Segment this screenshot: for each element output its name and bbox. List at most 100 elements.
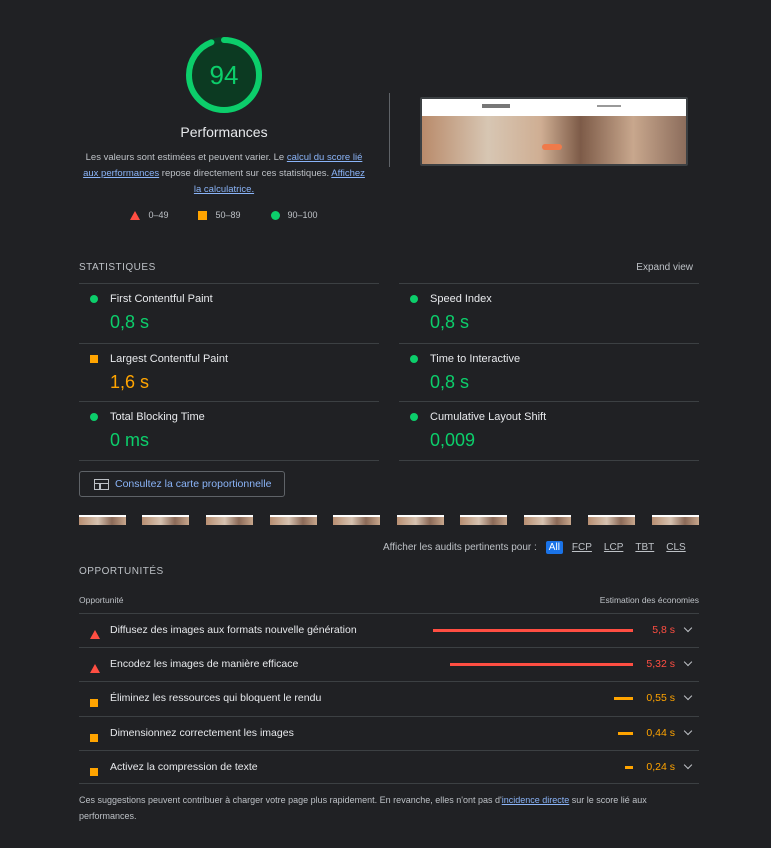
score-value: 94 <box>209 60 239 90</box>
savings-bar <box>614 697 633 700</box>
chevron-down-icon[interactable] <box>683 726 693 736</box>
metric-name: Total Blocking Time <box>110 411 205 423</box>
metrics-label: STATISTIQUES <box>79 262 156 273</box>
metric-value: 0,8 s <box>110 312 150 332</box>
metric-lcp: Largest Contentful Paint 1,6 s <box>79 343 379 403</box>
filmstrip <box>79 515 699 525</box>
opportunity-title: Encodez les images de manière efficace <box>110 658 299 670</box>
screenshot-hero-image <box>422 116 686 164</box>
opportunity-title: Diffusez des images aux formats nouvelle… <box>110 624 357 636</box>
metric-name: Largest Contentful Paint <box>110 353 229 365</box>
savings-bar <box>450 663 633 666</box>
gauge-title: Performances <box>180 124 268 140</box>
performance-gauge-section: 94 Performances Les valeurs sont estimée… <box>80 36 368 220</box>
average-square-icon <box>90 734 98 742</box>
average-square-icon <box>198 210 208 220</box>
desc-text: repose directement sur ces statistiques. <box>159 168 332 179</box>
legend-label: 0–49 <box>148 210 169 220</box>
opportunities-header: Opportunité Estimation des économies <box>79 595 699 605</box>
chevron-down-icon[interactable] <box>683 657 693 667</box>
fail-triangle-icon <box>90 630 100 639</box>
expand-view-toggle[interactable]: Expand view <box>636 262 693 273</box>
filter-label: Afficher les audits pertinents pour : <box>383 542 537 553</box>
audit-filter: Afficher les audits pertinents pour : Al… <box>383 541 689 554</box>
metric-tti: Time to Interactive 0,8 s <box>399 343 699 403</box>
screenshot-logo <box>482 104 510 108</box>
filmstrip-frame <box>333 515 380 525</box>
legend-label: 90–100 <box>287 210 318 220</box>
divider <box>389 93 390 167</box>
average-square-icon <box>90 699 98 707</box>
filmstrip-frame <box>652 515 699 525</box>
filter-chip-lcp[interactable]: LCP <box>601 541 626 554</box>
savings-bar <box>433 629 633 632</box>
filter-chip-all[interactable]: All <box>545 541 563 554</box>
average-square-icon <box>90 768 98 776</box>
metric-name: Time to Interactive <box>430 353 521 365</box>
pass-circle-icon <box>90 413 98 421</box>
legend-pass: 90–100 <box>270 210 318 220</box>
savings-value: 0,44 s <box>646 727 675 739</box>
direct-impact-link[interactable]: incidence directe <box>502 795 570 805</box>
filmstrip-frame <box>397 515 444 525</box>
footnote-text: Ces suggestions peuvent contribuer à cha… <box>79 795 502 805</box>
metric-cls: Cumulative Layout Shift 0,009 <box>399 401 699 461</box>
opportunity-title: Activez la compression de texte <box>110 761 258 773</box>
opportunity-title: Éliminez les ressources qui bloquent le … <box>110 692 322 704</box>
opportunity-row[interactable]: Activez la compression de texte 0,24 s <box>79 750 699 784</box>
filmstrip-frame <box>460 515 507 525</box>
filmstrip-frame <box>79 515 126 525</box>
pass-circle-icon <box>270 210 280 220</box>
opportunity-row[interactable]: Encodez les images de manière efficace 5… <box>79 647 699 681</box>
filter-chip-cls[interactable]: CLS <box>663 541 688 554</box>
col-opportunity: Opportunité <box>79 595 124 605</box>
chevron-down-icon[interactable] <box>683 691 693 701</box>
savings-value: 0,24 s <box>646 761 675 773</box>
pass-circle-icon <box>410 295 418 303</box>
metric-fcp: First Contentful Paint 0,8 s <box>79 283 379 343</box>
fail-triangle-icon <box>90 664 100 673</box>
opportunity-row[interactable]: Éliminez les ressources qui bloquent le … <box>79 681 699 715</box>
metric-value: 0 ms <box>110 430 150 450</box>
savings-value: 0,55 s <box>646 692 675 704</box>
chevron-down-icon[interactable] <box>683 623 693 633</box>
pass-circle-icon <box>410 413 418 421</box>
pass-circle-icon <box>90 295 98 303</box>
metric-value: 1,6 s <box>110 372 150 392</box>
metric-tbt: Total Blocking Time 0 ms <box>79 401 379 461</box>
chevron-down-icon[interactable] <box>683 760 693 770</box>
opportunity-row[interactable]: Dimensionnez correctement les images 0,4… <box>79 716 699 750</box>
opportunities-label: OPPORTUNITÉS <box>79 566 164 577</box>
filmstrip-frame <box>524 515 571 525</box>
screenshot-header <box>422 99 686 116</box>
opportunity-title: Dimensionnez correctement les images <box>110 727 294 739</box>
filter-chip-tbt[interactable]: TBT <box>632 541 657 554</box>
legend-fail: 0–49 <box>130 210 168 220</box>
savings-value: 5,32 s <box>646 658 675 670</box>
score-gauge: 94 <box>185 36 263 114</box>
metric-value: 0,8 s <box>430 312 470 332</box>
final-screenshot[interactable] <box>420 97 688 166</box>
screenshot-cta <box>542 144 562 150</box>
pass-circle-icon <box>410 355 418 363</box>
metric-name: First Contentful Paint <box>110 293 213 305</box>
metric-name: Speed Index <box>430 293 492 305</box>
desc-text: Les valeurs sont estimées et peuvent var… <box>85 152 287 163</box>
metric-value: 0,8 s <box>430 372 470 392</box>
savings-bar <box>625 766 633 769</box>
filmstrip-frame <box>142 515 189 525</box>
col-savings: Estimation des économies <box>599 595 699 605</box>
metric-value: 0,009 <box>430 430 476 450</box>
opportunity-row[interactable]: Diffusez des images aux formats nouvelle… <box>79 613 699 647</box>
filmstrip-frame <box>588 515 635 525</box>
treemap-button[interactable]: Consultez la carte proportionnelle <box>79 471 285 497</box>
filmstrip-frame <box>206 515 253 525</box>
screenshot-nav <box>597 105 621 107</box>
fail-triangle-icon <box>130 210 141 220</box>
average-square-icon <box>90 355 98 363</box>
filter-chip-fcp[interactable]: FCP <box>569 541 595 554</box>
legend-label: 50–89 <box>215 210 241 220</box>
savings-bar <box>618 732 633 735</box>
score-legend: 0–49 50–89 90–100 <box>80 210 368 220</box>
filmstrip-frame <box>270 515 317 525</box>
